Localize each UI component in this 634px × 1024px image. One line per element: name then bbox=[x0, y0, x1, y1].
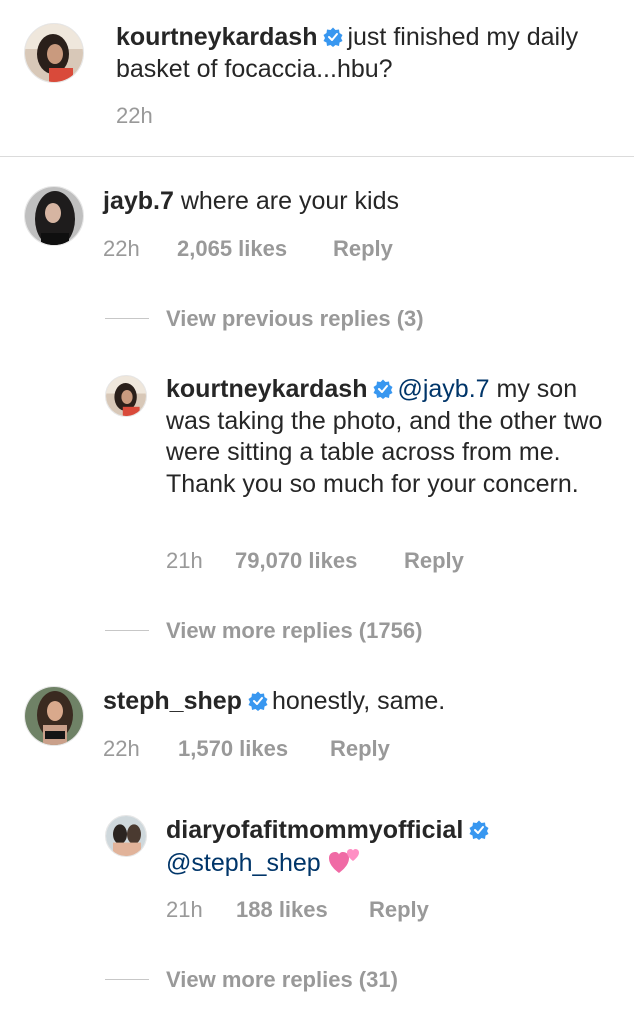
comment-likes[interactable]: 1,570 likes bbox=[178, 736, 288, 762]
comment-avatar[interactable] bbox=[24, 686, 84, 746]
reply-username[interactable]: kourtneykardash bbox=[166, 375, 367, 403]
comment-text: where are your kids bbox=[180, 187, 399, 215]
view-more-replies-link[interactable]: View more replies (1756) bbox=[166, 618, 422, 644]
comment-reply-button[interactable]: Reply bbox=[330, 736, 390, 762]
reply-avatar[interactable] bbox=[105, 815, 147, 857]
reply-likes[interactable]: 188 likes bbox=[236, 897, 328, 923]
comment-time: 22h bbox=[103, 736, 140, 761]
reply-mention[interactable]: @jayb.7 bbox=[397, 375, 489, 403]
comment-text-block: steph_shep honestly, same. bbox=[103, 686, 603, 718]
comment-username[interactable]: jayb.7 bbox=[103, 187, 174, 215]
reply-time: 21h bbox=[166, 548, 203, 573]
view-more-replies-link[interactable]: View more replies (31) bbox=[166, 967, 398, 993]
reply-reply-button[interactable]: Reply bbox=[404, 548, 464, 574]
comment-avatar[interactable] bbox=[24, 186, 84, 246]
caption-divider bbox=[0, 156, 634, 157]
replies-divider-line bbox=[105, 318, 149, 319]
reply-username[interactable]: diaryofafitmommyofficial bbox=[166, 816, 463, 844]
caption-text-block: kourtneykardash just finished my daily ba… bbox=[116, 22, 596, 85]
replies-divider-line bbox=[105, 630, 149, 631]
comment-text: honestly, same. bbox=[271, 687, 446, 715]
comment-username[interactable]: steph_shep bbox=[103, 687, 242, 715]
comment-likes[interactable]: 2,065 likes bbox=[177, 236, 287, 262]
reply-text-block: diaryofafitmommyofficial @steph_shep bbox=[166, 815, 621, 879]
verified-badge-icon bbox=[248, 691, 268, 711]
verified-badge-icon bbox=[323, 27, 343, 47]
caption-time: 22h bbox=[116, 103, 153, 128]
reply-time: 21h bbox=[166, 897, 203, 922]
reply-mention[interactable]: @steph_shep bbox=[166, 849, 321, 877]
reply-text-block: kourtneykardash @jayb.7 my son was taking… bbox=[166, 374, 621, 500]
caption-avatar[interactable] bbox=[24, 23, 84, 83]
verified-badge-icon bbox=[469, 820, 489, 840]
verified-badge-icon bbox=[373, 379, 393, 399]
reply-avatar[interactable] bbox=[105, 375, 147, 417]
comment-time: 22h bbox=[103, 236, 140, 261]
reply-reply-button[interactable]: Reply bbox=[369, 897, 429, 923]
view-previous-replies-link[interactable]: View previous replies (3) bbox=[166, 306, 424, 332]
comment-reply-button[interactable]: Reply bbox=[333, 236, 393, 262]
reply-text-line1: my son bbox=[496, 375, 578, 403]
reply-text: was taking the photo, and the other two … bbox=[166, 406, 603, 498]
reply-likes[interactable]: 79,070 likes bbox=[235, 548, 357, 574]
comment-text-block: jayb.7 where are your kids bbox=[103, 186, 603, 218]
caption-username[interactable]: kourtneykardash bbox=[116, 23, 317, 51]
replies-divider-line bbox=[105, 979, 149, 980]
two-hearts-icon bbox=[328, 848, 359, 873]
